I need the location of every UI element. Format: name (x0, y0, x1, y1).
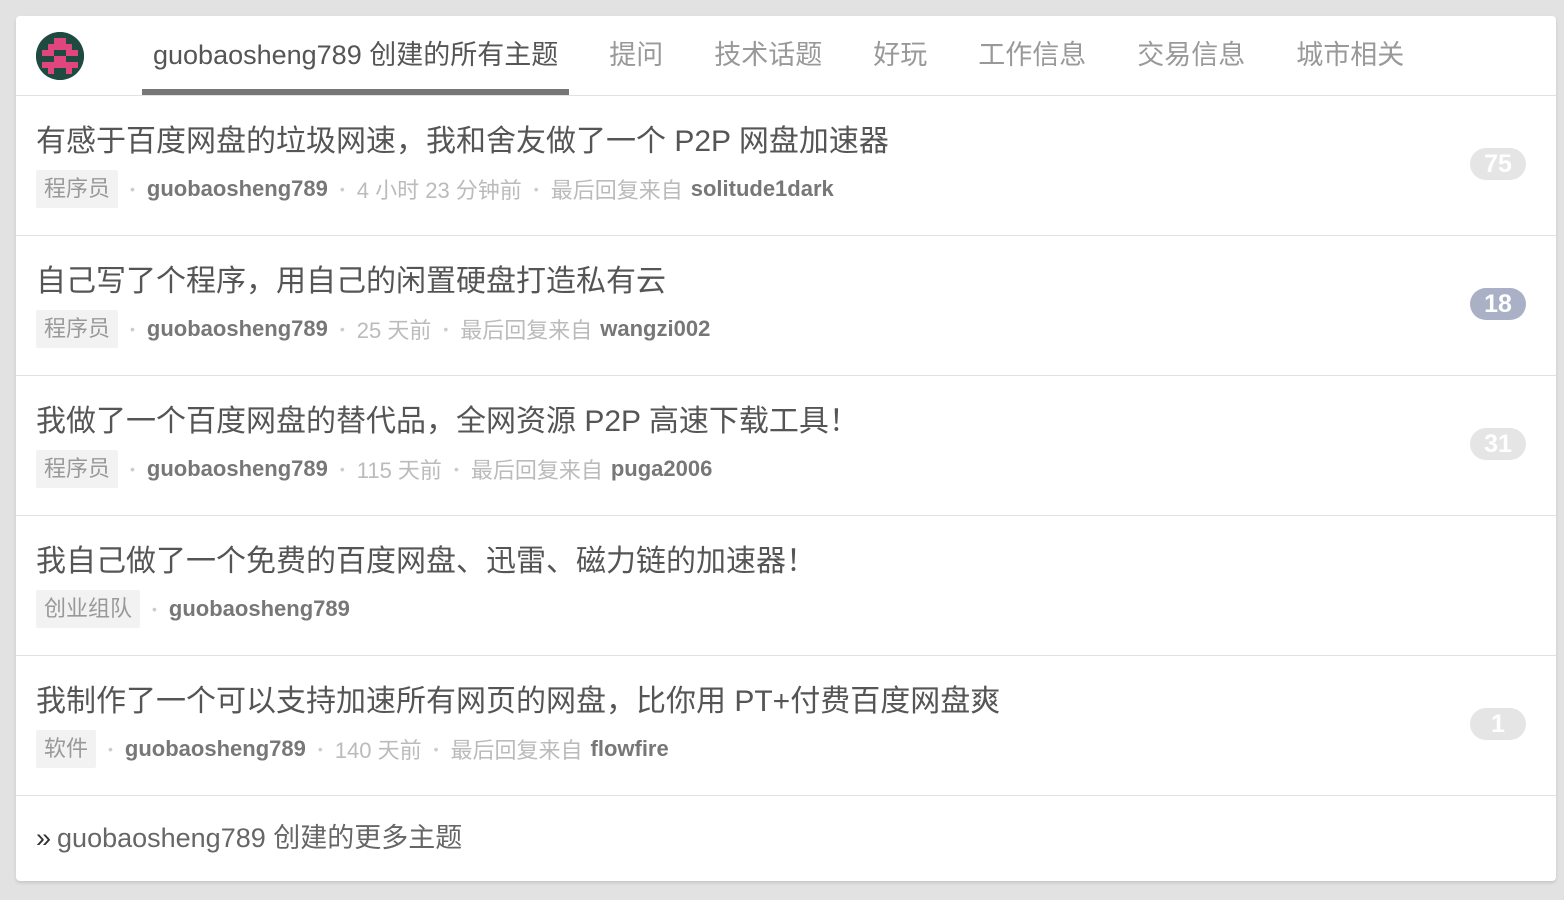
node-tag[interactable]: 程序员 (36, 310, 119, 348)
node-tag[interactable]: 创业组队 (36, 590, 141, 628)
topic-row: 自己写了个程序，用自己的闲置硬盘打造私有云 程序员 • guobaosheng7… (16, 236, 1556, 376)
topic-meta: 程序员 • guobaosheng789 • 115 天前 • 最后回复来自 p… (36, 450, 712, 488)
separator-dot: • (130, 181, 135, 197)
topic-title[interactable]: 自己写了个程序，用自己的闲置硬盘打造私有云 (36, 256, 666, 300)
node-tag[interactable]: 软件 (36, 730, 97, 768)
reply-count-badge[interactable]: 75 (1470, 148, 1526, 180)
topic-time: 115 天前 (356, 458, 442, 483)
tab-jobs[interactable]: 工作信息 (967, 16, 1097, 95)
avatar-identicon-icon (36, 32, 84, 80)
topic-row: 我自己做了一个免费的百度网盘、迅雷、磁力链的加速器！ 创业组队 • guobao… (16, 516, 1556, 656)
topic-author[interactable]: guobaosheng789 (147, 176, 328, 202)
tab-bar: guobaosheng789 创建的所有主题 提问 技术话题 好玩 工作信息 交… (142, 16, 1444, 95)
last-replier[interactable]: solitude1dark (691, 176, 834, 202)
separator-dot: • (108, 741, 113, 757)
tab-fun[interactable]: 好玩 (862, 16, 938, 95)
topic-author[interactable]: guobaosheng789 (125, 736, 306, 762)
topic-row: 有感于百度网盘的垃圾网速，我和舍友做了一个 P2P 网盘加速器 程序员 • gu… (16, 96, 1556, 236)
more-topics-link[interactable]: guobaosheng789 创建的更多主题 (57, 823, 462, 853)
last-replier[interactable]: wangzi002 (600, 316, 710, 342)
topic-meta: 软件 • guobaosheng789 • 140 天前 • 最后回复来自 fl… (36, 730, 669, 768)
topic-meta: 程序员 • guobaosheng789 • 4 小时 23 分钟前 • 最后回… (36, 170, 834, 208)
separator-dot: • (453, 461, 459, 477)
reply-count-badge[interactable]: 1 (1470, 708, 1526, 740)
reply-count-badge[interactable]: 18 (1470, 288, 1526, 320)
last-reply-prefix: 最后回复来自 (450, 738, 583, 763)
separator-dot: • (130, 461, 135, 477)
topic-author[interactable]: guobaosheng789 (147, 456, 328, 482)
avatar[interactable] (36, 32, 84, 80)
separator-dot: • (433, 741, 439, 757)
tab-tech[interactable]: 技术话题 (703, 16, 833, 95)
separator-dot: • (339, 181, 345, 197)
last-replier[interactable]: flowfire (591, 736, 669, 762)
reply-count-badge[interactable]: 31 (1470, 428, 1526, 460)
separator-dot: • (339, 461, 345, 477)
separator-dot: • (130, 321, 135, 337)
topic-author[interactable]: guobaosheng789 (169, 596, 350, 622)
last-reply-prefix: 最后回复来自 (470, 458, 603, 483)
topic-meta: 创业组队 • guobaosheng789 (36, 590, 350, 628)
separator-dot: • (317, 741, 323, 757)
topic-author[interactable]: guobaosheng789 (147, 316, 328, 342)
topic-title[interactable]: 有感于百度网盘的垃圾网速，我和舍友做了一个 P2P 网盘加速器 (36, 116, 889, 160)
topic-meta: 程序员 • guobaosheng789 • 25 天前 • 最后回复来自 wa… (36, 310, 710, 348)
topic-title[interactable]: 我自己做了一个免费的百度网盘、迅雷、磁力链的加速器！ (36, 536, 816, 580)
topic-time: 25 天前 (356, 318, 432, 343)
tab-all-topics[interactable]: guobaosheng789 创建的所有主题 (142, 16, 570, 95)
separator-dot: • (152, 601, 157, 617)
topics-box: guobaosheng789 创建的所有主题 提问 技术话题 好玩 工作信息 交… (16, 16, 1556, 881)
topic-title[interactable]: 我制作了一个可以支持加速所有网页的网盘，比你用 PT+付费百度网盘爽 (36, 676, 1000, 720)
tab-header: guobaosheng789 创建的所有主题 提问 技术话题 好玩 工作信息 交… (16, 16, 1556, 96)
separator-dot: • (339, 321, 345, 337)
separator-dot: • (533, 181, 539, 197)
topic-title[interactable]: 我做了一个百度网盘的替代品，全网资源 P2P 高速下载工具！ (36, 396, 859, 440)
separator-dot: • (443, 321, 449, 337)
last-reply-prefix: 最后回复来自 (550, 178, 683, 203)
topic-row: 我做了一个百度网盘的替代品，全网资源 P2P 高速下载工具！ 程序员 • guo… (16, 376, 1556, 516)
node-tag[interactable]: 程序员 (36, 170, 119, 208)
last-reply-prefix: 最后回复来自 (460, 318, 593, 343)
more-topics-footer: » guobaosheng789 创建的更多主题 (16, 796, 1556, 880)
tab-city[interactable]: 城市相关 (1285, 16, 1415, 95)
tab-qna[interactable]: 提问 (598, 16, 674, 95)
node-tag[interactable]: 程序员 (36, 450, 119, 488)
last-replier[interactable]: puga2006 (611, 456, 713, 482)
tab-deals[interactable]: 交易信息 (1126, 16, 1256, 95)
raquo-icon: » (36, 823, 52, 853)
topic-time: 140 天前 (334, 738, 422, 763)
topic-row: 我制作了一个可以支持加速所有网页的网盘，比你用 PT+付费百度网盘爽 软件 • … (16, 656, 1556, 796)
topic-time: 4 小时 23 分钟前 (356, 178, 522, 203)
